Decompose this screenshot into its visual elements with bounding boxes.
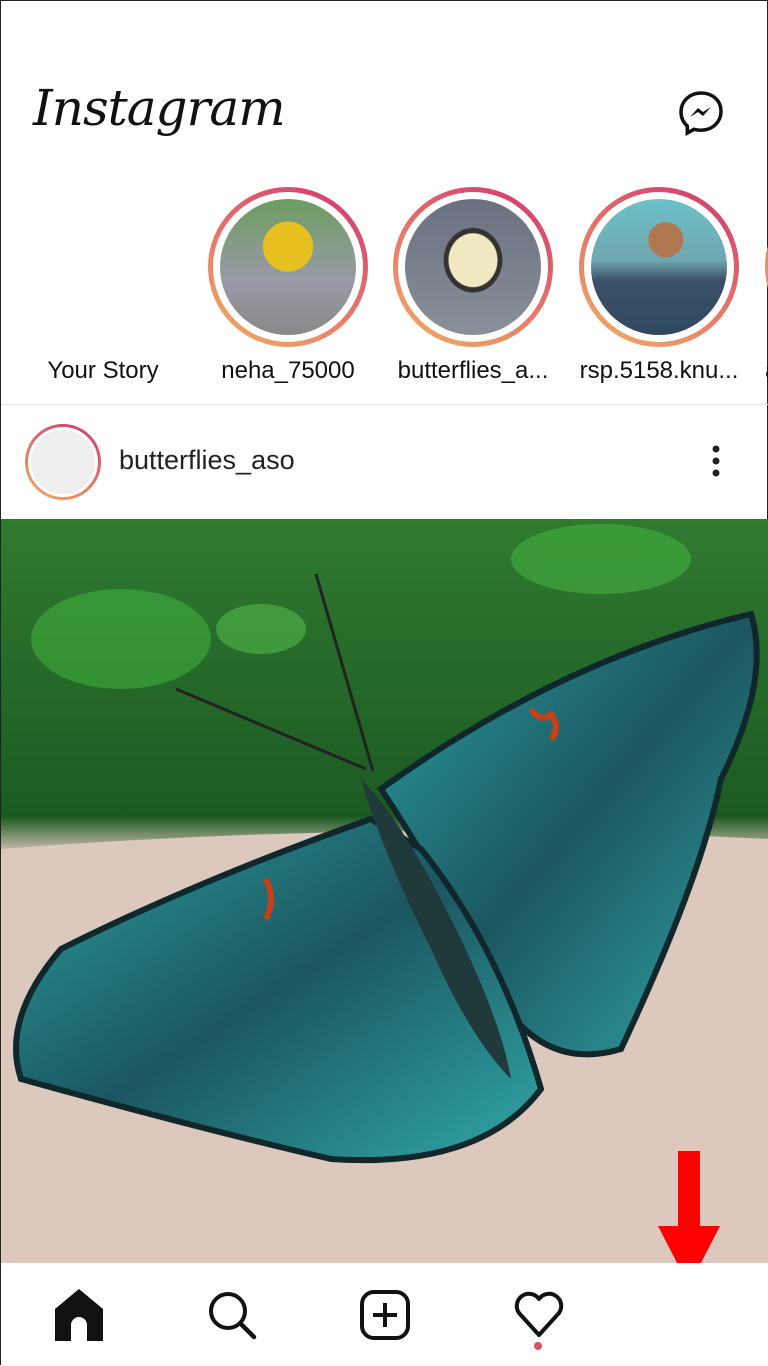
story-avatar (220, 199, 356, 335)
story-item[interactable]: butterflies_a... (393, 187, 553, 384)
story-item[interactable]: rsp.5158.knu... (579, 187, 739, 384)
messenger-icon[interactable] (677, 89, 725, 137)
post-avatar[interactable] (25, 424, 101, 500)
instagram-logo: Instagram (33, 79, 286, 137)
bottom-nav (1, 1263, 768, 1366)
story-label: neha_75000 (221, 357, 355, 384)
story-avatar (591, 199, 727, 335)
heart-icon[interactable] (511, 1287, 567, 1343)
post-username[interactable]: butterflies_aso (119, 445, 295, 476)
search-icon[interactable] (204, 1287, 260, 1343)
profile-tab[interactable] (663, 1287, 719, 1343)
story-label: rsp.5158.knu... (579, 357, 739, 384)
post-image[interactable] (1, 519, 768, 1263)
home-icon[interactable] (51, 1287, 107, 1343)
divider (1, 404, 768, 405)
more-vertical-icon[interactable] (701, 441, 731, 481)
story-item[interactable]: neha_75000 (208, 187, 368, 384)
post-header: butterflies_aso (1, 421, 768, 501)
story-label: Your Story (47, 357, 159, 384)
story-your-story[interactable]: Your Story (23, 187, 183, 384)
top-bar: Instagram (1, 1, 768, 181)
story-label: butterflies_a... (397, 357, 549, 384)
notification-dot (534, 1342, 542, 1350)
add-post-icon[interactable] (357, 1287, 413, 1343)
stories-tray: Your Story neha_75000 butterflies_a... r… (1, 187, 768, 402)
story-avatar (405, 199, 541, 335)
